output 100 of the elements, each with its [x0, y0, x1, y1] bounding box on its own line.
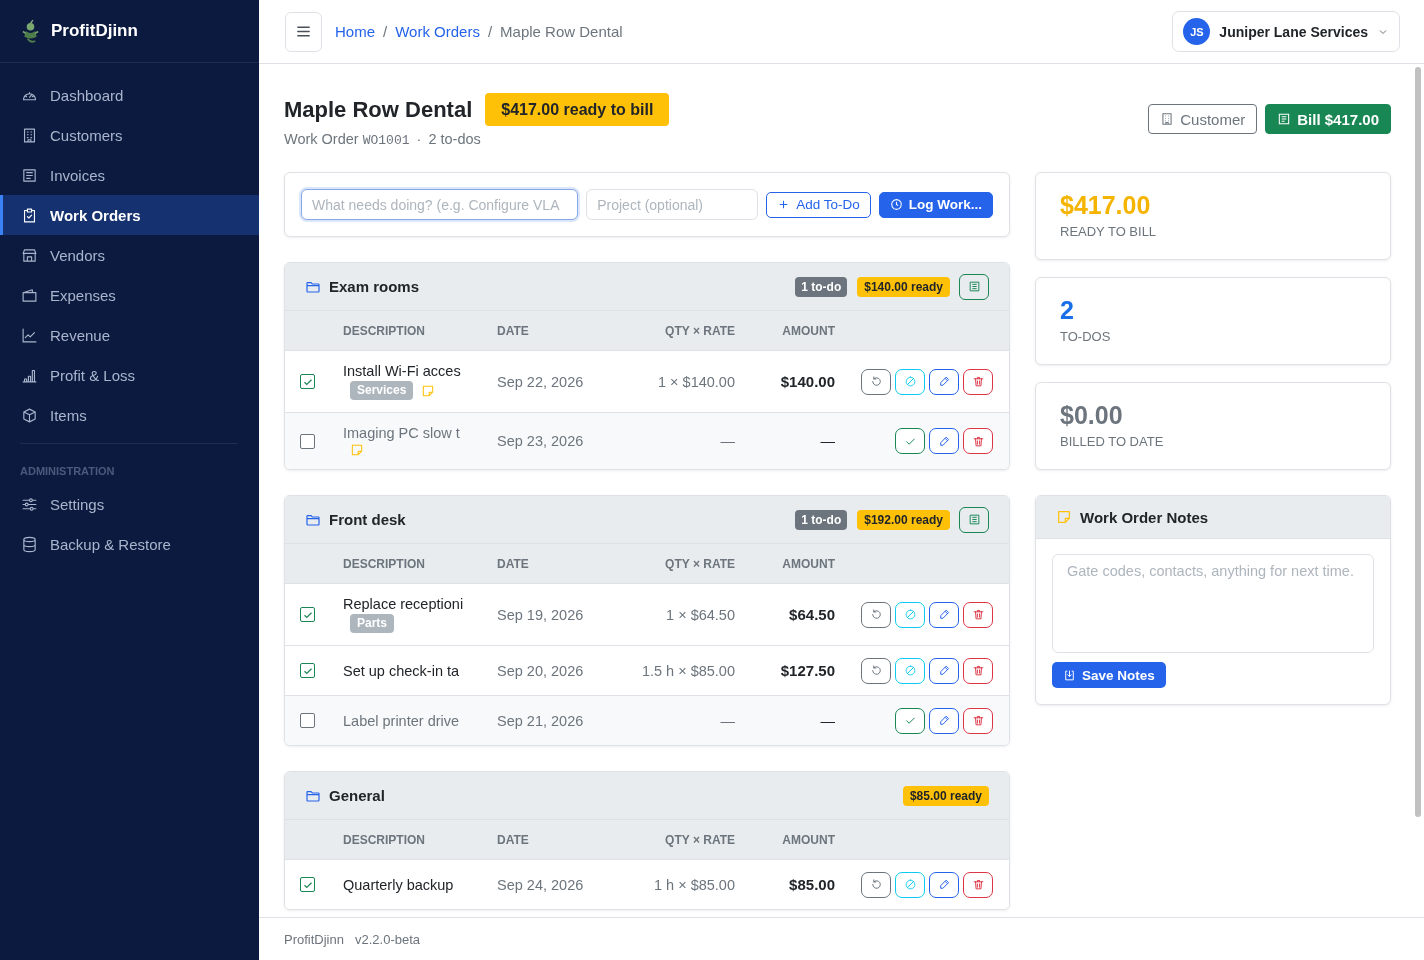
- building-icon: [21, 126, 38, 144]
- group-name: General: [329, 787, 385, 804]
- checkbox[interactable]: [300, 663, 315, 678]
- nav-item[interactable]: Vendors: [0, 235, 259, 275]
- save-notes-button[interactable]: Save Notes: [1052, 662, 1166, 688]
- nav-item[interactable]: Items: [0, 395, 259, 435]
- undo-button[interactable]: [861, 601, 891, 628]
- status-badge: $417.00 ready to bill: [485, 93, 670, 126]
- nav-item[interactable]: Profit & Loss: [0, 355, 259, 395]
- checkbox[interactable]: [300, 607, 315, 622]
- checkbox[interactable]: [300, 374, 315, 389]
- breadcrumb-separator: /: [487, 23, 493, 40]
- undo-button[interactable]: [861, 871, 891, 898]
- category-tag: Parts: [350, 614, 395, 633]
- nav-item[interactable]: Backup & Restore: [0, 524, 259, 564]
- ready-amount-badge: $85.00 ready: [902, 785, 989, 806]
- notes-field[interactable]: Gate codes, contacts, anything for next time.: [1052, 554, 1374, 653]
- bill-button[interactable]: Bill $417.00: [1265, 104, 1391, 134]
- stat-value: 2: [1060, 296, 1075, 325]
- delete-button[interactable]: [963, 871, 993, 898]
- sticky-note-icon: [1056, 509, 1072, 525]
- edit-button[interactable]: [929, 368, 959, 395]
- menu-button[interactable]: [285, 11, 322, 52]
- breadcrumb-link[interactable]: Home: [335, 23, 375, 40]
- edit-button[interactable]: [929, 428, 959, 454]
- delete-button[interactable]: [963, 657, 993, 684]
- column-header: DESCRIPTION: [343, 556, 426, 571]
- todo-count-badge: 1 to-do: [795, 276, 848, 297]
- nav-item[interactable]: Customers: [0, 115, 259, 155]
- breadcrumb-separator: /: [383, 23, 388, 40]
- complete-button[interactable]: [895, 707, 925, 734]
- amount-text: $85.00: [788, 876, 835, 893]
- nav-item[interactable]: Expenses: [0, 275, 259, 315]
- circular-arrow-icon: [869, 664, 883, 677]
- pencil-icon: [937, 375, 951, 388]
- circular-arrow-icon: [869, 878, 883, 891]
- account-menu-button[interactable]: JS Juniper Lane Services: [1172, 11, 1400, 52]
- nav-item[interactable]: Dashboard: [0, 75, 259, 115]
- log-work-button[interactable]: Log Work...: [878, 191, 993, 218]
- undo-button[interactable]: [861, 657, 891, 684]
- line-chart-icon: [21, 326, 38, 344]
- building-icon: [1160, 112, 1175, 126]
- delete-button[interactable]: [963, 707, 993, 734]
- column-header: DATE: [497, 323, 530, 338]
- complete-button[interactable]: [895, 428, 925, 454]
- trash-icon: [971, 608, 985, 621]
- shop-icon: [21, 246, 38, 264]
- invoice-button[interactable]: [959, 273, 989, 300]
- footer-app-name: ProfitDjinn: [284, 931, 344, 947]
- page-title: Maple Row Dental: [284, 96, 473, 124]
- nav-item[interactable]: Settings: [0, 484, 259, 524]
- circle-slash-icon: [903, 664, 917, 677]
- invoice-button[interactable]: [959, 506, 989, 533]
- receipt-icon: [967, 280, 981, 293]
- date-text: Sep 24, 2026: [497, 876, 585, 893]
- column-header: DESCRIPTION: [343, 323, 426, 338]
- edit-button[interactable]: [929, 657, 959, 684]
- arrow-down-box-icon: [1063, 668, 1076, 682]
- nav-item[interactable]: Invoices: [0, 155, 259, 195]
- todo-count-badge: 1 to-do: [795, 509, 848, 530]
- section-label: ADMINISTRATION: [19, 464, 116, 479]
- nav-item[interactable]: Revenue: [0, 315, 259, 355]
- nav-item[interactable]: Work Orders: [0, 195, 259, 235]
- amount-text: —: [819, 433, 835, 449]
- add-todo-button[interactable]: Add To-Do: [766, 191, 871, 218]
- edit-button[interactable]: [929, 707, 959, 734]
- check-icon: [903, 714, 917, 727]
- column-header: QTY × RATE: [664, 323, 735, 338]
- trash-icon: [971, 878, 985, 891]
- checkbox[interactable]: [300, 877, 315, 892]
- circular-arrow-icon: [869, 375, 883, 388]
- notes-title: Work Order Notes: [1080, 508, 1209, 526]
- pencil-icon: [937, 714, 951, 727]
- column-header: QTY × RATE: [664, 832, 735, 847]
- group-name: Exam rooms: [329, 278, 420, 295]
- column-header: AMOUNT: [781, 556, 835, 571]
- task-input[interactable]: What needs doing? (e.g. Configure VLA: [301, 189, 579, 220]
- delete-button[interactable]: [963, 368, 993, 395]
- delete-button[interactable]: [963, 601, 993, 628]
- date-text: Sep 20, 2026: [497, 662, 585, 679]
- customer-button[interactable]: Customer: [1148, 104, 1258, 134]
- edit-button[interactable]: [929, 601, 959, 628]
- undo-button[interactable]: [861, 368, 891, 395]
- edit-button[interactable]: [929, 871, 959, 898]
- column-header: DATE: [497, 832, 530, 847]
- checkbox[interactable]: [300, 713, 315, 728]
- stat-value: $417.00: [1060, 191, 1152, 220]
- trash-icon: [971, 664, 985, 677]
- date-text: Sep 21, 2026: [497, 712, 585, 729]
- qty-rate-text: 1 × $140.00: [657, 373, 735, 390]
- box-icon: [21, 406, 38, 424]
- breadcrumb-link[interactable]: Work Orders: [395, 23, 480, 40]
- task-description: Imaging PC slow t: [343, 425, 461, 441]
- clock-icon: [889, 198, 903, 211]
- project-input[interactable]: Project (optional): [586, 189, 759, 220]
- circle-slash-icon: [903, 878, 917, 891]
- checkbox[interactable]: [300, 433, 315, 449]
- delete-button[interactable]: [963, 428, 993, 454]
- scrollbar-thumb[interactable]: [1415, 67, 1421, 817]
- column-header: DESCRIPTION: [343, 832, 426, 847]
